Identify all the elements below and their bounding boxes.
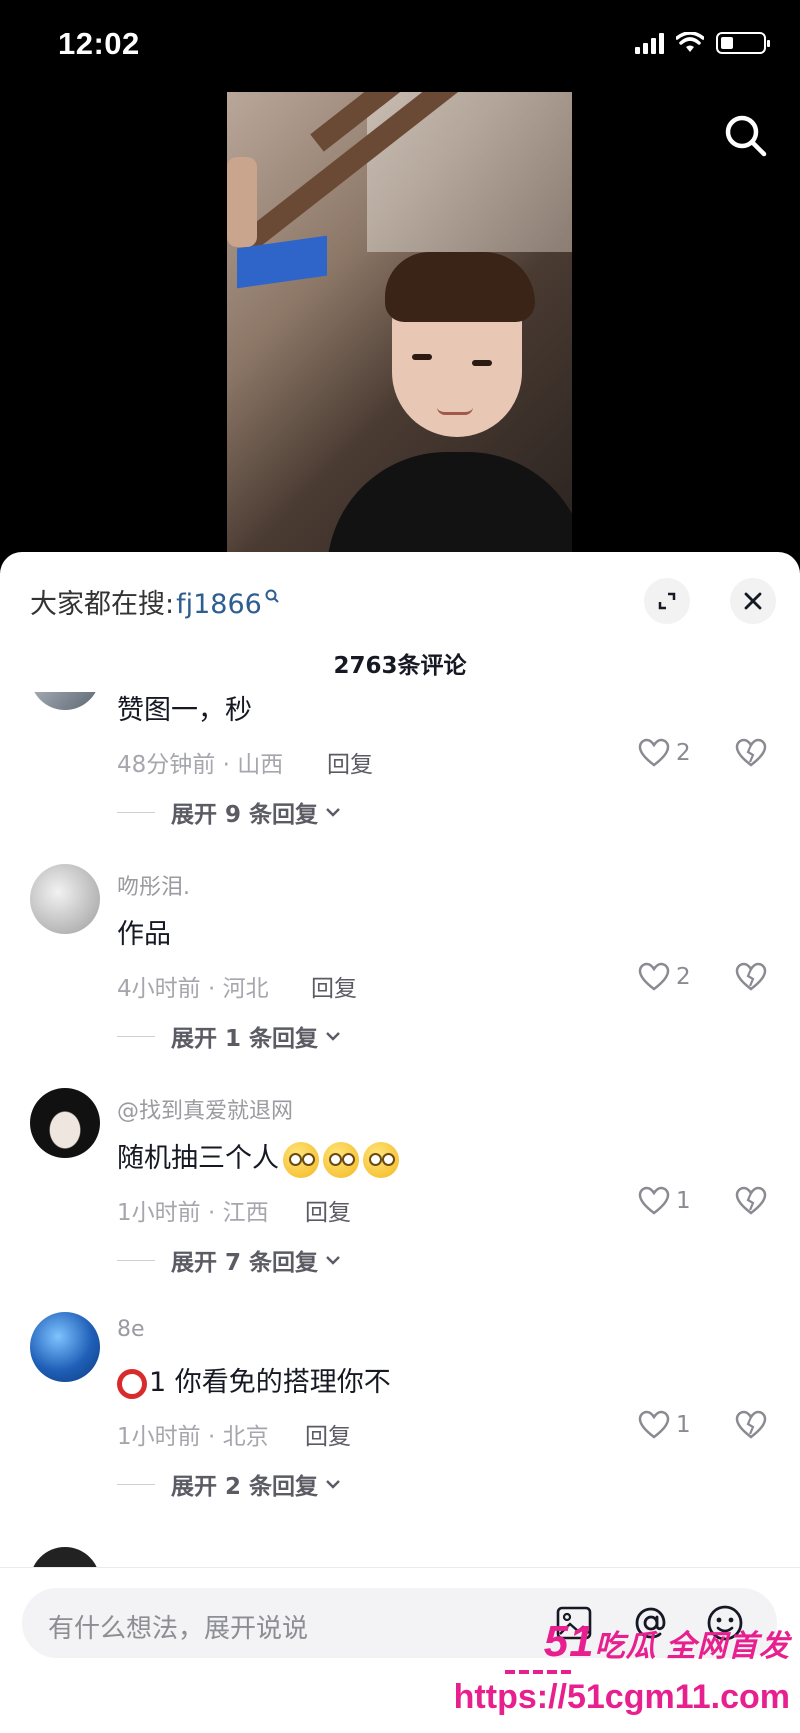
reply-button[interactable]: 回复 — [327, 745, 373, 779]
video-hand — [227, 157, 257, 247]
signal-icon — [635, 32, 664, 54]
video-person-shirt — [327, 452, 572, 552]
video-frame[interactable] — [227, 92, 572, 552]
expand-replies-button[interactable]: 展开 9 条回复 — [117, 795, 342, 829]
expand-replies-label: 展开 2 条回复 — [171, 1474, 319, 1500]
thinking-emoji-icon — [323, 1141, 359, 1178]
comment-item: 8e 1 你看免的搭理你不 1小时前 · 北京 回复 1 展开 2 条回复 — [0, 1312, 800, 1536]
like-count: 2 — [676, 740, 691, 766]
expand-replies-button[interactable]: 展开 1 条回复 — [117, 1019, 342, 1053]
comment-username[interactable]: 8e — [117, 1317, 145, 1342]
expand-replies-label: 展开 1 条回复 — [171, 1026, 319, 1052]
video-eye — [472, 360, 492, 366]
like-button[interactable]: 2 — [638, 962, 691, 992]
comment-text: 随机抽三个人 — [117, 1136, 399, 1178]
mini-search-icon — [265, 589, 279, 603]
search-suggest-label: 大家都在搜: — [30, 589, 175, 620]
avatar[interactable] — [30, 864, 100, 934]
broken-heart-icon[interactable] — [735, 1186, 767, 1216]
status-time: 12:02 — [58, 26, 140, 61]
search-suggest-keyword[interactable]: fj1866 — [176, 589, 262, 620]
chevron-down-icon — [326, 1256, 340, 1265]
close-icon — [744, 592, 762, 610]
red-circle-icon — [117, 1368, 147, 1399]
reply-button[interactable]: 回复 — [311, 969, 357, 1003]
thinking-emoji-icon — [363, 1141, 399, 1178]
expand-replies-label: 展开 9 条回复 — [171, 802, 319, 828]
search-icon[interactable] — [718, 108, 774, 164]
comment-time-location: 1小时前 · 北京 — [117, 1424, 269, 1450]
comment-count: 2763条评论 — [333, 653, 467, 679]
like-button[interactable]: 2 — [638, 738, 691, 768]
heart-icon — [638, 1410, 670, 1439]
reply-button[interactable]: 回复 — [305, 1417, 351, 1451]
chevron-down-icon — [326, 808, 340, 817]
comment-list[interactable]: 赞图一，秒 48分钟前 · 山西 回复 2 展开 9 条回复 吻彤泪. 作品 4… — [0, 692, 800, 1567]
expand-replies-label: 展开 7 条回复 — [171, 1250, 319, 1276]
avatar[interactable] — [30, 1312, 100, 1382]
comment-time-location: 1小时前 · 江西 — [117, 1200, 269, 1226]
heart-icon — [638, 962, 670, 991]
comment-text: 1 你看免的搭理你不 — [117, 1360, 391, 1399]
comment-text: 作品 — [117, 919, 171, 950]
video-person-hair — [385, 252, 535, 322]
watermark-url: https://51cgm11.com — [453, 1678, 790, 1716]
watermark-brand-number: 51 — [543, 1617, 595, 1666]
divider — [117, 1483, 155, 1485]
comment-item: 赞图一，秒 48分钟前 · 山西 回复 2 展开 9 条回复 — [0, 692, 800, 864]
divider — [117, 1259, 155, 1261]
comment-text-body: 随机抽三个人 — [117, 1143, 279, 1174]
divider — [117, 811, 155, 813]
like-button[interactable]: 1 — [638, 1410, 691, 1440]
expand-replies-button[interactable]: 展开 2 条回复 — [117, 1467, 342, 1501]
video-eye — [412, 354, 432, 360]
reply-button[interactable]: 回复 — [305, 1193, 351, 1227]
broken-heart-icon[interactable] — [735, 738, 767, 768]
chevron-down-icon — [326, 1032, 340, 1041]
watermark-divider — [505, 1670, 575, 1674]
comment-text: 赞图一，秒 — [117, 695, 252, 726]
avatar[interactable] — [30, 1088, 100, 1158]
chevron-down-icon — [326, 1480, 340, 1489]
heart-icon — [638, 1186, 670, 1215]
watermark-brand: 51吃瓜 全网首发 — [544, 1617, 790, 1667]
expand-replies-button[interactable]: 展开 7 条回复 — [117, 1243, 342, 1277]
comment-time-location: 4小时前 · 河北 — [117, 976, 269, 1002]
comment-item: 吻彤泪. 作品 4小时前 · 河北 回复 2 展开 1 条回复 — [0, 864, 800, 1088]
status-icons — [635, 32, 770, 54]
comment-input-placeholder: 有什么想法，展开说说 — [48, 1614, 309, 1644]
battery-fill — [721, 37, 733, 49]
like-count: 1 — [676, 1188, 691, 1214]
avatar[interactable] — [30, 692, 100, 710]
like-count: 1 — [676, 1412, 691, 1438]
close-button[interactable] — [730, 578, 776, 624]
comment-text-body: 1 你看免的搭理你不 — [149, 1367, 391, 1398]
video-mouth — [437, 407, 473, 415]
like-button[interactable]: 1 — [638, 1186, 691, 1216]
comment-item: @找到真爱就退网 随机抽三个人 1小时前 · 江西 回复 1 展开 7 条回复 — [0, 1088, 800, 1312]
panel-header: 大家都在搜: fj1866 2763条评论 — [0, 552, 800, 692]
broken-heart-icon[interactable] — [735, 1410, 767, 1440]
status-bar: 12:02 — [0, 0, 800, 92]
comment-time-location: 48分钟前 · 山西 — [117, 752, 284, 778]
search-suggestion[interactable]: 大家都在搜: fj1866 — [30, 582, 280, 621]
comment-username[interactable]: @找到真爱就退网 — [117, 1093, 293, 1125]
comment-username[interactable]: 吻彤泪. — [117, 869, 190, 901]
comments-panel: 大家都在搜: fj1866 2763条评论 赞图一，秒 48分钟前 · 山西 回… — [0, 552, 800, 1733]
broken-heart-icon[interactable] — [735, 962, 767, 992]
avatar[interactable] — [30, 1547, 100, 1567]
expand-button[interactable] — [644, 578, 690, 624]
heart-icon — [638, 738, 670, 767]
wifi-icon — [676, 32, 704, 52]
thinking-emoji-icon — [283, 1141, 319, 1178]
battery-icon — [716, 32, 770, 54]
watermark-brand-text: 吃瓜 全网首发 — [594, 1630, 790, 1663]
like-count: 2 — [676, 964, 691, 990]
expand-icon — [658, 592, 676, 610]
divider — [117, 1035, 155, 1037]
